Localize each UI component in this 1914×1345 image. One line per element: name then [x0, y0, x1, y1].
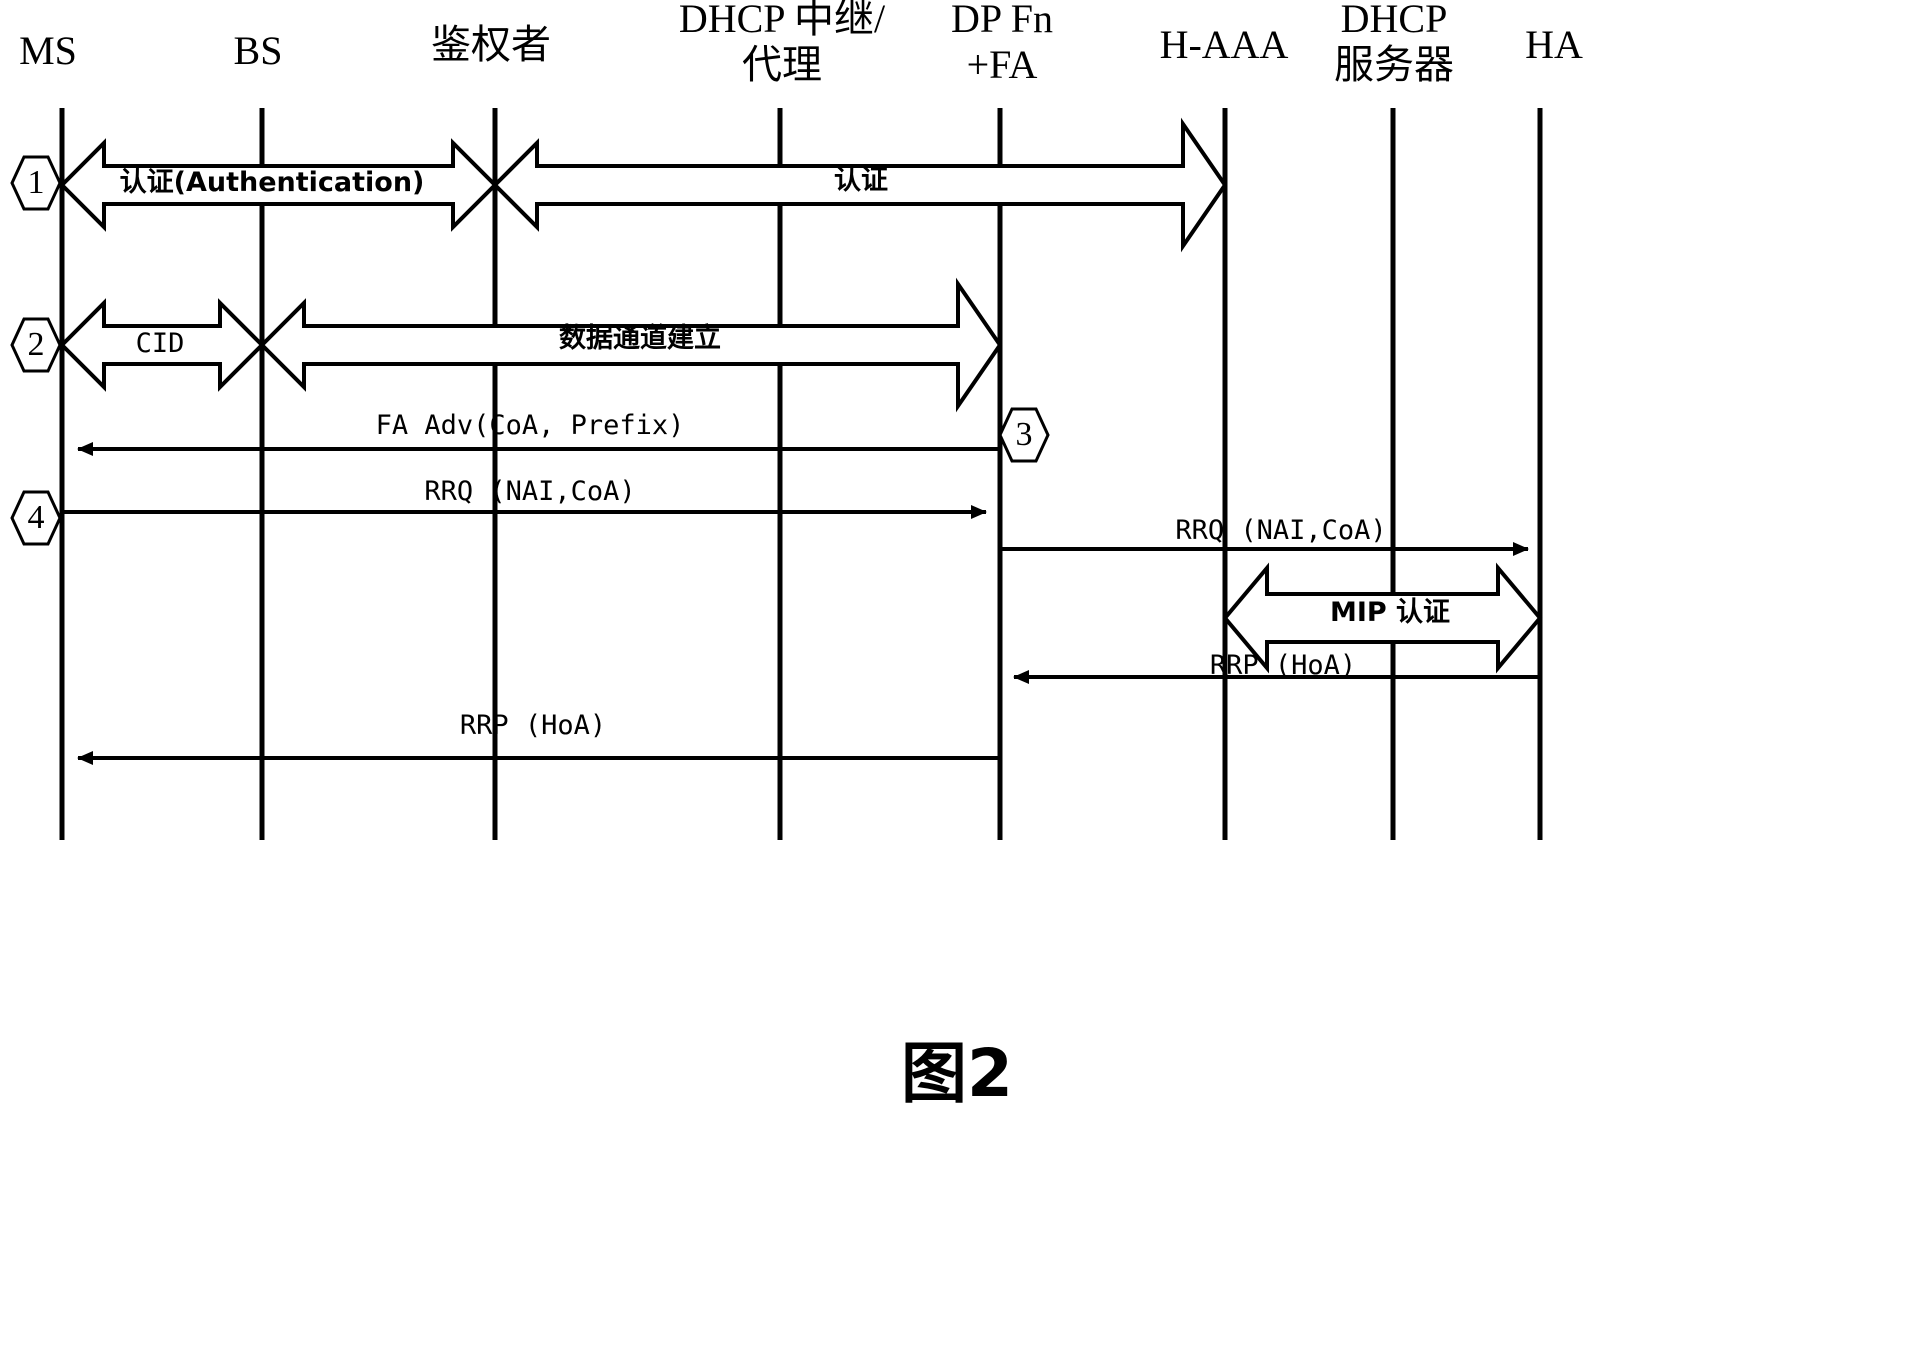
- step-number-1: 1: [27, 164, 45, 201]
- message-label-rrq-mobile: RRQ (NAI,CoA): [424, 476, 636, 507]
- step-badge-3: 3: [998, 407, 1050, 463]
- message-label-rrp-ha: RRP (HoA): [1209, 650, 1357, 681]
- message-label-authentication: 认证(Authentication): [119, 167, 425, 198]
- message-label-data-channel: 数据通道建立: [559, 323, 721, 354]
- message-label-rrq-ha: RRQ (NAI,CoA): [1175, 515, 1387, 546]
- step-badge-2: 2: [10, 317, 62, 373]
- message-label-mip-auth: MIP 认证: [1329, 597, 1451, 628]
- step-number-4: 4: [27, 499, 45, 536]
- message-label-renzheng: 认证: [834, 165, 888, 196]
- step-number-2: 2: [27, 326, 45, 363]
- message-label-rrp-ms: RRP (HoA): [459, 710, 607, 741]
- step-number-3: 3: [1015, 416, 1033, 453]
- message-label-cid: CID: [135, 328, 185, 359]
- figure-caption: 图2: [901, 1035, 1013, 1112]
- message-label-fa-adv: FA Adv(CoA, Prefix): [375, 410, 685, 441]
- figure-canvas: MS BS 鉴权者 DHCP 中继/ 代理 DP Fn +FA H-AAA DH…: [0, 0, 1914, 1345]
- step-badge-1: 1: [10, 155, 62, 211]
- message-arrow-layer: [59, 117, 1543, 765]
- step-badge-4: 4: [10, 490, 62, 546]
